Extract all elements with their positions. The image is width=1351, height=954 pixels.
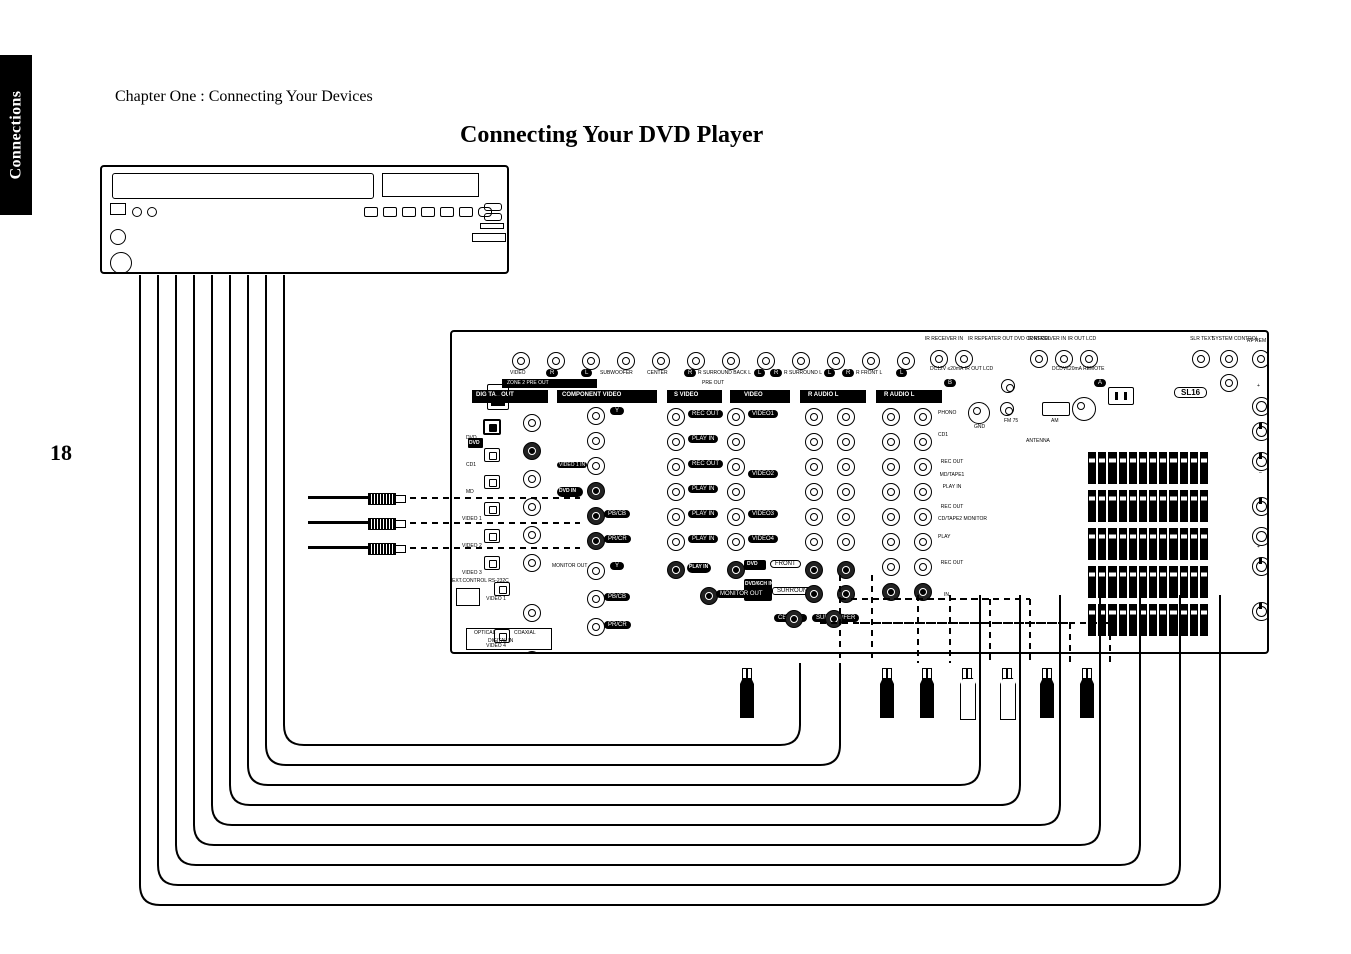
- page-number: 18: [50, 440, 72, 466]
- cable-routing: [100, 165, 1330, 925]
- side-tab-label: Connections: [7, 91, 25, 180]
- chapter-breadcrumb: Chapter One : Connecting Your Devices: [115, 88, 373, 106]
- wiring-diagram: IR RECEIVER IN IR REPEATER OUT DVD CONTR…: [100, 165, 1330, 925]
- section-title: Connecting Your DVD Player: [460, 122, 763, 149]
- side-tab: Connections: [0, 55, 32, 215]
